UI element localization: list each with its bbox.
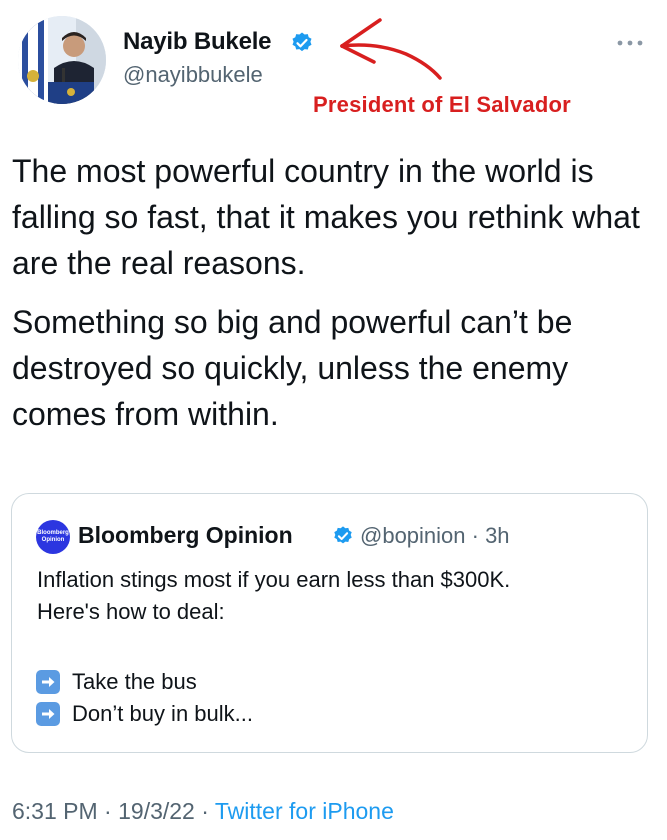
meta-separator: · [194, 798, 215, 824]
quote-author-handle-time[interactable]: @bopinion · 3h [360, 523, 510, 549]
avatar-logo-text: Bloomberg [37, 530, 69, 536]
tweet-paragraph: Something so big and powerful can’t be d… [12, 304, 573, 432]
tweet-metadata: 6:31 PM · 19/3/22 · Twitter for iPhone [12, 798, 394, 825]
meta-separator: · [97, 798, 119, 824]
quote-bullet-list: Take the bus Don’t buy in bulk... [36, 666, 253, 730]
author-avatar[interactable] [18, 16, 106, 104]
tweet-paragraph: The most powerful country in the world i… [12, 153, 640, 281]
tweet-source-link[interactable]: Twitter for iPhone [215, 798, 394, 824]
bullet-text: Take the bus [72, 669, 197, 694]
quote-text-line: Inflation stings most if you earn less t… [37, 567, 511, 592]
quote-text: Inflation stings most if you earn less t… [37, 564, 637, 628]
quoted-tweet-card[interactable]: Bloomberg Opinion Bloomberg Opinion @bop… [11, 493, 648, 753]
bullet-text: Don’t buy in bulk... [72, 701, 253, 726]
tweet-text: The most powerful country in the world i… [12, 148, 652, 450]
avatar-photo [18, 16, 106, 104]
author-name[interactable]: Nayib Bukele [123, 28, 272, 56]
tweet-time[interactable]: 6:31 PM [12, 798, 98, 824]
verified-badge-icon [292, 32, 312, 52]
more-options-icon[interactable] [616, 38, 644, 48]
quote-author-avatar[interactable]: Bloomberg Opinion [36, 520, 70, 554]
list-item: Don’t buy in bulk... [36, 698, 253, 730]
list-item: Take the bus [36, 666, 253, 698]
verified-badge-icon [334, 526, 352, 544]
author-handle[interactable]: @nayibbukele [123, 62, 263, 88]
annotation-arrow-icon [340, 18, 442, 80]
avatar-logo-text: Opinion [41, 537, 65, 543]
annotation-label: President of El Salvador [313, 92, 571, 117]
right-arrow-emoji-icon [36, 670, 60, 694]
quote-author-name[interactable]: Bloomberg Opinion [78, 522, 293, 549]
quote-text-line: Here's how to deal: [37, 599, 225, 624]
right-arrow-emoji-icon [36, 702, 60, 726]
tweet-date[interactable]: 19/3/22 [118, 798, 195, 824]
